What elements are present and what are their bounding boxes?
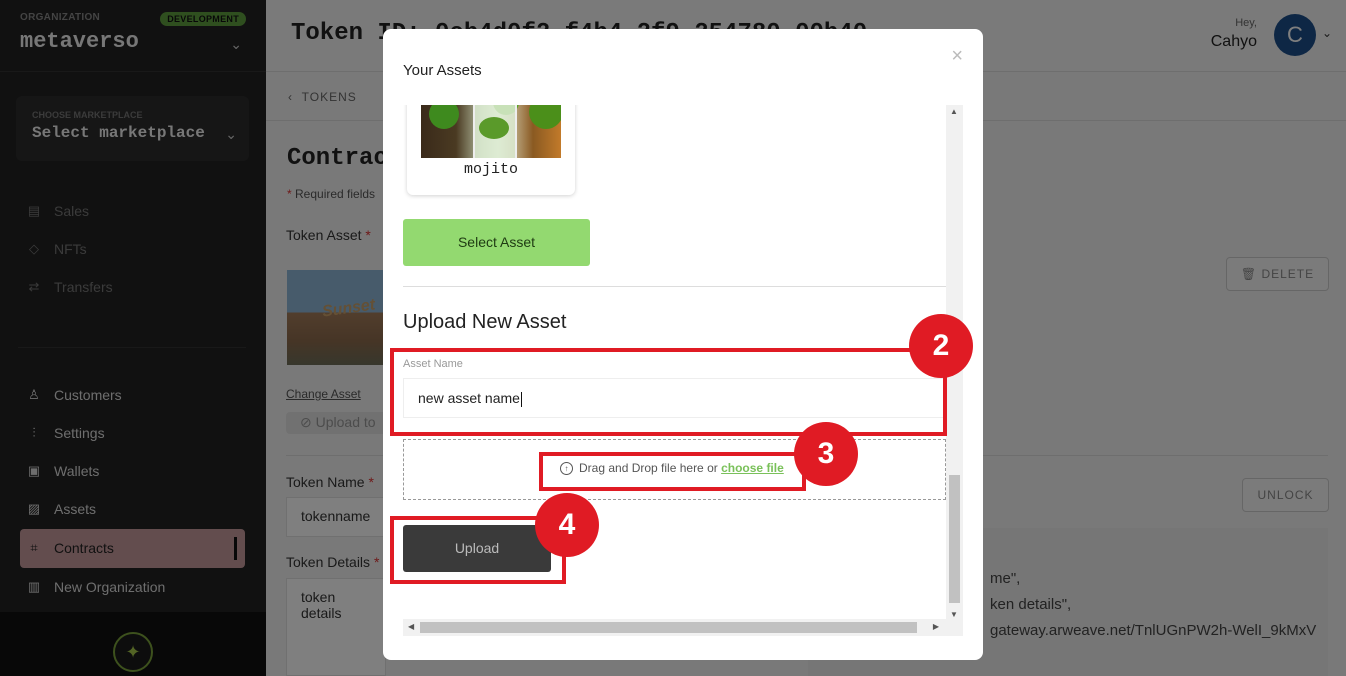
annotation-box-choose-file — [539, 452, 806, 491]
annotation-badge: 4 — [535, 493, 599, 557]
scroll-right-icon[interactable]: ▶ — [933, 622, 939, 631]
vertical-scroll-thumb[interactable] — [949, 475, 960, 603]
modal-title: Your Assets — [403, 62, 482, 79]
scroll-down-icon[interactable]: ▼ — [950, 610, 958, 619]
annotation-box-asset-name — [390, 348, 947, 436]
modal-divider — [403, 286, 946, 287]
scroll-left-icon[interactable]: ◀ — [408, 622, 414, 631]
close-icon[interactable]: × — [951, 45, 963, 68]
asset-thumbnail — [421, 105, 561, 158]
annotation-badge: 3 — [794, 422, 858, 486]
asset-card-name: mojito — [463, 161, 518, 178]
horizontal-scrollbar[interactable]: ◀ ▶ — [403, 619, 963, 636]
scroll-up-icon[interactable]: ▲ — [950, 107, 958, 116]
upload-heading: Upload New Asset — [403, 311, 567, 333]
select-asset-button[interactable]: Select Asset — [403, 219, 590, 266]
annotation-badge: 2 — [909, 314, 973, 378]
horizontal-scroll-thumb[interactable] — [420, 622, 917, 633]
asset-card[interactable]: mojito — [407, 105, 575, 195]
